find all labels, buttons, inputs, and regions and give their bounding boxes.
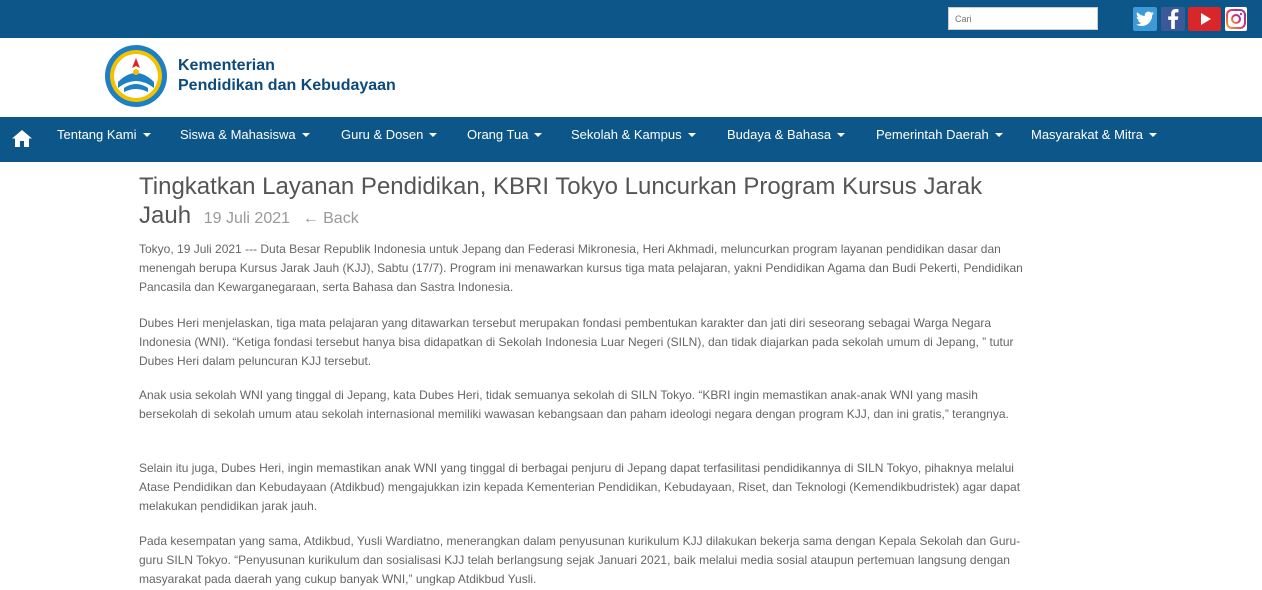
caret-down-icon (429, 133, 438, 137)
article-date: 19 Juli 2021 (203, 210, 291, 227)
article-paragraph: Dubes Heri menjelaskan, tiga mata pelaja… (139, 316, 1014, 368)
facebook-icon[interactable] (1161, 7, 1185, 31)
nav-pemerintah-daerah[interactable]: Pemerintah Daerah (876, 117, 1003, 162)
back-link[interactable]: ← Back (303, 210, 359, 227)
ministry-name-line1: Kementerian (178, 57, 275, 74)
site-header: Kementerian Pendidikan dan Kebudayaan (0, 38, 1262, 117)
kemendikbud-logo[interactable] (104, 44, 168, 108)
instagram-icon[interactable] (1225, 7, 1247, 31)
nav-orang-tua[interactable]: Orang Tua (467, 117, 543, 162)
article: Tingkatkan Layanan Pendidikan, KBRI Toky… (139, 172, 1039, 586)
nav-siswa-mahasiswa[interactable]: Siswa & Mahasiswa (180, 117, 310, 162)
caret-down-icon (301, 133, 310, 137)
twitter-icon[interactable] (1133, 7, 1157, 31)
article-title: Tingkatkan Layanan Pendidikan, KBRI Toky… (139, 173, 983, 229)
ministry-name-line2: Pendidikan dan Kebudayaan (178, 77, 396, 94)
article-paragraph: Tokyo, 19 Juli 2021 --- Duta Besar Repub… (139, 242, 1023, 294)
top-bar (0, 0, 1262, 38)
home-icon[interactable] (12, 129, 34, 149)
nav-sekolah-kampus[interactable]: Sekolah & Kampus (571, 117, 696, 162)
caret-down-icon (1148, 133, 1157, 137)
caret-down-icon (142, 133, 151, 137)
youtube-icon[interactable] (1188, 7, 1221, 31)
main-nav: Tentang Kami Siswa & Mahasiswa Guru & Do… (0, 117, 1262, 162)
caret-down-icon (534, 133, 543, 137)
article-paragraph: Selain itu juga, Dubes Heri, ingin memas… (139, 461, 1021, 513)
ministry-name[interactable]: Kementerian Pendidikan dan Kebudayaan (178, 56, 396, 96)
article-paragraph: Anak usia sekolah WNI yang tinggal di Je… (139, 388, 1009, 421)
article-paragraph: Pada kesempatan yang sama, Atdikbud, Yus… (139, 534, 1021, 586)
caret-down-icon (994, 133, 1003, 137)
nav-budaya-bahasa[interactable]: Budaya & Bahasa (727, 117, 846, 162)
caret-down-icon (687, 133, 696, 137)
search-input[interactable] (948, 7, 1098, 30)
caret-down-icon (837, 133, 846, 137)
nav-masyarakat-mitra[interactable]: Masyarakat & Mitra (1031, 117, 1157, 162)
nav-guru-dosen[interactable]: Guru & Dosen (341, 117, 438, 162)
nav-tentang-kami[interactable]: Tentang Kami (57, 117, 151, 162)
